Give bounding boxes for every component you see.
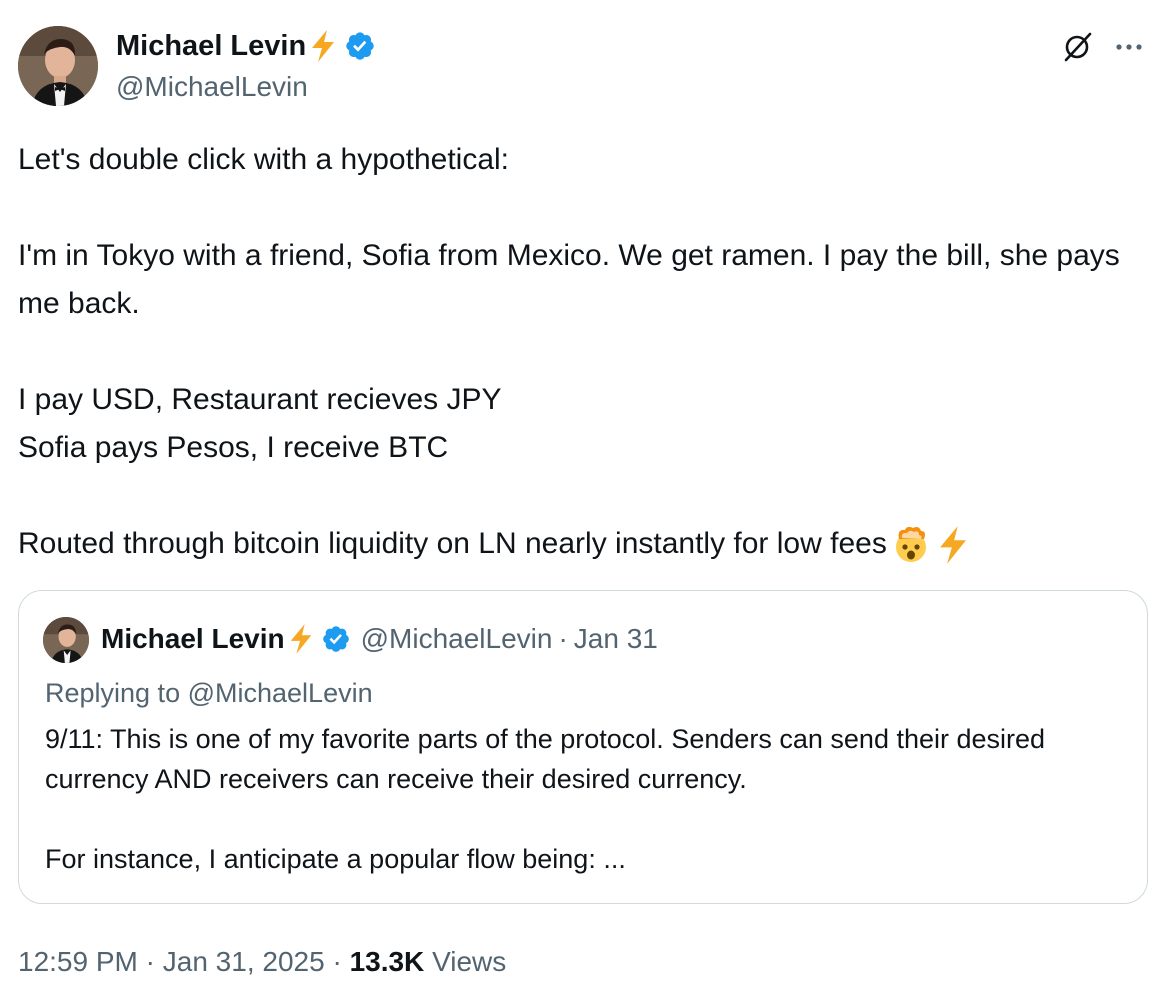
more-options-icon[interactable] xyxy=(1112,30,1146,64)
quoted-author-avatar[interactable] xyxy=(43,617,89,663)
tweet-text: Let's double click with a hypothetical: … xyxy=(18,136,1158,568)
tweet-line: I'm in Tokyo with a friend, Sofia from M… xyxy=(18,239,1120,320)
quoted-tweet-card[interactable]: Michael Levin @MichaelLevin · Jan 31 Rep… xyxy=(18,590,1148,904)
verified-badge-icon[interactable] xyxy=(344,30,376,62)
author-handle[interactable]: @MichaelLevin xyxy=(116,70,308,104)
separator-dot: · xyxy=(558,623,568,654)
tweet-time: 12:59 PM xyxy=(18,946,138,977)
exploding-head-emoji xyxy=(895,526,926,563)
tweet-line: Routed through bitcoin liquidity on LN n… xyxy=(18,527,887,560)
quoted-tweet-date: Jan 31 xyxy=(573,623,658,654)
verified-badge-icon xyxy=(322,626,349,652)
lightning-icon xyxy=(290,624,311,654)
tweet-line-last: Routed through bitcoin liquidity on LN n… xyxy=(18,520,1158,568)
tweet-meta: 12:59 PM · Jan 31, 2025 · 13.3K Views xyxy=(18,942,506,982)
lightning-emoji xyxy=(939,526,966,564)
tweet-date: Jan 31, 2025 xyxy=(162,946,325,977)
quoted-author-name[interactable]: Michael Levin xyxy=(101,621,285,657)
replying-to-handle[interactable]: @MichaelLevin xyxy=(188,678,373,708)
tweet-timestamp[interactable]: 12:59 PM · Jan 31, 2025 xyxy=(18,946,325,977)
tweet: Michael Levin @MichaelLevin Let's double… xyxy=(0,0,1174,1006)
separator-dot: · xyxy=(145,946,155,977)
author-name-text[interactable]: Michael Levin xyxy=(116,28,306,64)
quoted-tweet-line: For instance, I anticipate a popular flo… xyxy=(45,844,626,874)
tweet-line: I pay USD, Restaurant recieves JPY xyxy=(18,383,502,416)
quoted-author-handle: @MichaelLevin xyxy=(360,623,553,654)
grok-icon[interactable] xyxy=(1060,30,1094,64)
views-label: Views xyxy=(432,946,507,977)
tweet-line: Sofia pays Pesos, I receive BTC xyxy=(18,431,449,464)
quoted-tweet-header: Michael Levin @MichaelLevin · Jan 31 xyxy=(101,621,658,657)
separator-dot: · xyxy=(332,946,342,977)
lightning-icon xyxy=(312,30,335,62)
replying-to: Replying to @MichaelLevin xyxy=(45,675,373,711)
quoted-tweet-text: 9/11: This is one of my favorite parts o… xyxy=(45,719,1125,879)
author-name[interactable]: Michael Levin xyxy=(116,28,376,64)
quoted-tweet-line: 9/11: This is one of my favorite parts o… xyxy=(45,724,1046,794)
author-avatar[interactable] xyxy=(18,26,98,106)
views-count: 13.3K xyxy=(349,946,425,977)
replying-to-prefix: Replying to xyxy=(45,678,181,708)
tweet-line: Let's double click with a hypothetical: xyxy=(18,143,510,176)
